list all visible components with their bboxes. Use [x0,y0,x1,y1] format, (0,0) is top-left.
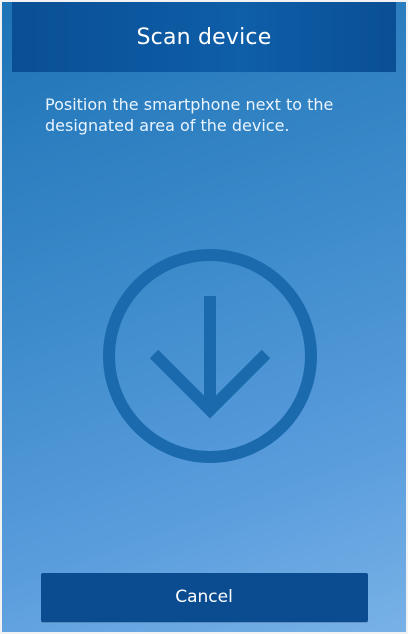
scan-device-screen: Scan device Position the smartphone next… [0,0,408,634]
instruction-text: Position the smartphone next to the desi… [45,95,334,135]
header-bar: Scan device [12,2,396,72]
cancel-button[interactable]: Cancel [40,572,368,622]
footer: Cancel [2,562,406,632]
down-arrow-circle-icon [98,244,322,468]
page-title: Scan device [136,24,272,50]
